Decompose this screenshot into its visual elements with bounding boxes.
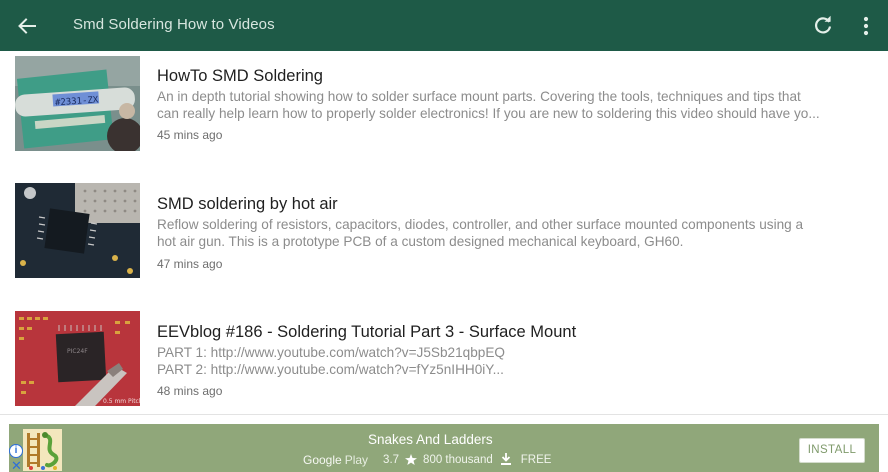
ad-price: FREE: [520, 454, 552, 466]
video-thumbnail: PIC24F 0.5 mm Pitch: [15, 311, 140, 406]
more-vert-icon[interactable]: [856, 13, 876, 39]
install-button[interactable]: INSTALL: [799, 438, 865, 463]
ad-meta: Google Play 3.7 800 thousand FREE: [303, 453, 551, 467]
video-title: HowTo SMD Soldering: [157, 67, 323, 85]
video-thumbnail: #2331-ZX: [15, 56, 140, 151]
download-icon: [500, 453, 511, 467]
list-item[interactable]: SMD soldering by hot air Reflow solderin…: [0, 179, 888, 303]
ad-installs: 800 thousand: [423, 454, 493, 466]
app-bar: Smd Soldering How to Videos: [0, 0, 888, 51]
svg-text:PIC24F: PIC24F: [67, 348, 88, 355]
close-icon[interactable]: ✕: [10, 459, 23, 472]
video-description: PART 1: http://www.youtube.com/watch?v=J…: [157, 345, 505, 377]
star-icon: [405, 453, 418, 467]
video-description: An in depth tutorial showing how to sold…: [157, 89, 820, 121]
video-thumbnail: [15, 183, 140, 278]
video-time: 47 mins ago: [157, 257, 223, 271]
video-title: SMD soldering by hot air: [157, 195, 338, 213]
video-title: EEVblog #186 - Soldering Tutorial Part 3…: [157, 323, 577, 341]
video-time: 45 mins ago: [157, 128, 223, 142]
video-description: Reflow soldering of resistors, capacitor…: [157, 217, 804, 249]
arrow-left-icon[interactable]: [14, 13, 40, 39]
svg-text:0.5 mm Pitch: 0.5 mm Pitch: [103, 398, 140, 405]
info-icon[interactable]: i: [9, 444, 23, 458]
ad-rating: 3.7: [383, 454, 400, 466]
refresh-icon[interactable]: [810, 13, 836, 39]
app-icon: [23, 429, 62, 471]
video-list: #2331-ZX HowTo SMD Soldering An in depth…: [0, 51, 888, 418]
video-time: 48 mins ago: [157, 384, 223, 398]
list-item[interactable]: PIC24F 0.5 mm Pitch EEVblog #186 - Solde…: [0, 307, 888, 418]
list-item[interactable]: #2331-ZX HowTo SMD Soldering An in depth…: [0, 51, 888, 175]
page-title: Smd Soldering How to Videos: [73, 16, 275, 33]
divider: [0, 414, 888, 415]
google-play-logo: Google Play: [303, 453, 369, 467]
ad-app-name: Snakes And Ladders: [368, 432, 493, 447]
ad-banner[interactable]: i ✕ Snakes And Ladders Google Play 3.7 80…: [9, 424, 879, 472]
